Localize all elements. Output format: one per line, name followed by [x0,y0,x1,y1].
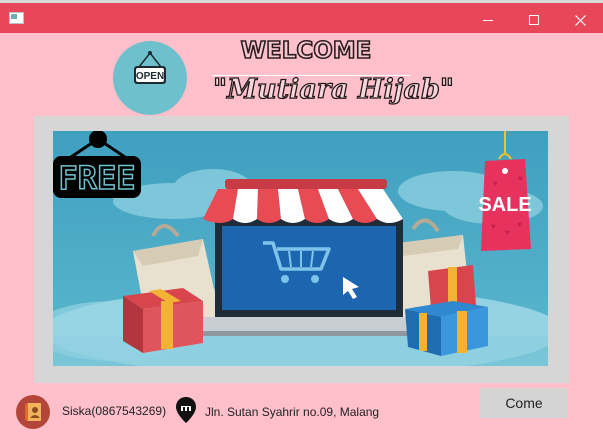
location-pin-icon [175,396,197,429]
svg-text:♥: ♥ [491,222,496,231]
title-bar [0,3,603,33]
contact-info: Siska(0867543269) [62,404,167,418]
come-button[interactable]: Come [480,388,568,418]
minimize-icon [483,19,493,21]
shop-name: "Mutiara Hijab" [212,73,454,105]
shop-awning [203,179,403,223]
address-info: Jln. Sutan Syahrir no.09, Malang [205,405,380,419]
welcome-heading: WELCOME [240,37,372,65]
close-button[interactable] [557,6,603,34]
contact-book-icon [16,395,50,429]
maximize-icon [529,15,539,25]
app-icon [9,12,24,24]
open-sign-text: OPEN [136,71,164,82]
minimize-button[interactable] [465,6,511,34]
free-sign-text: FREE [58,159,135,197]
svg-text:♥: ♥ [517,220,522,229]
gift-box-left [123,288,203,353]
maximize-button[interactable] [511,6,557,34]
open-sign-logo: OPEN [113,41,187,115]
close-icon [574,14,586,26]
laptop-illustration [183,219,433,336]
sale-tag-text: SALE [478,194,531,216]
svg-text:♥: ♥ [518,174,523,183]
svg-text:♥: ♥ [493,179,498,188]
svg-text:♥: ♥ [505,228,510,237]
shop-banner: FREE SALE ♥ ♥ ♥ ♥ ♥ [53,131,548,366]
